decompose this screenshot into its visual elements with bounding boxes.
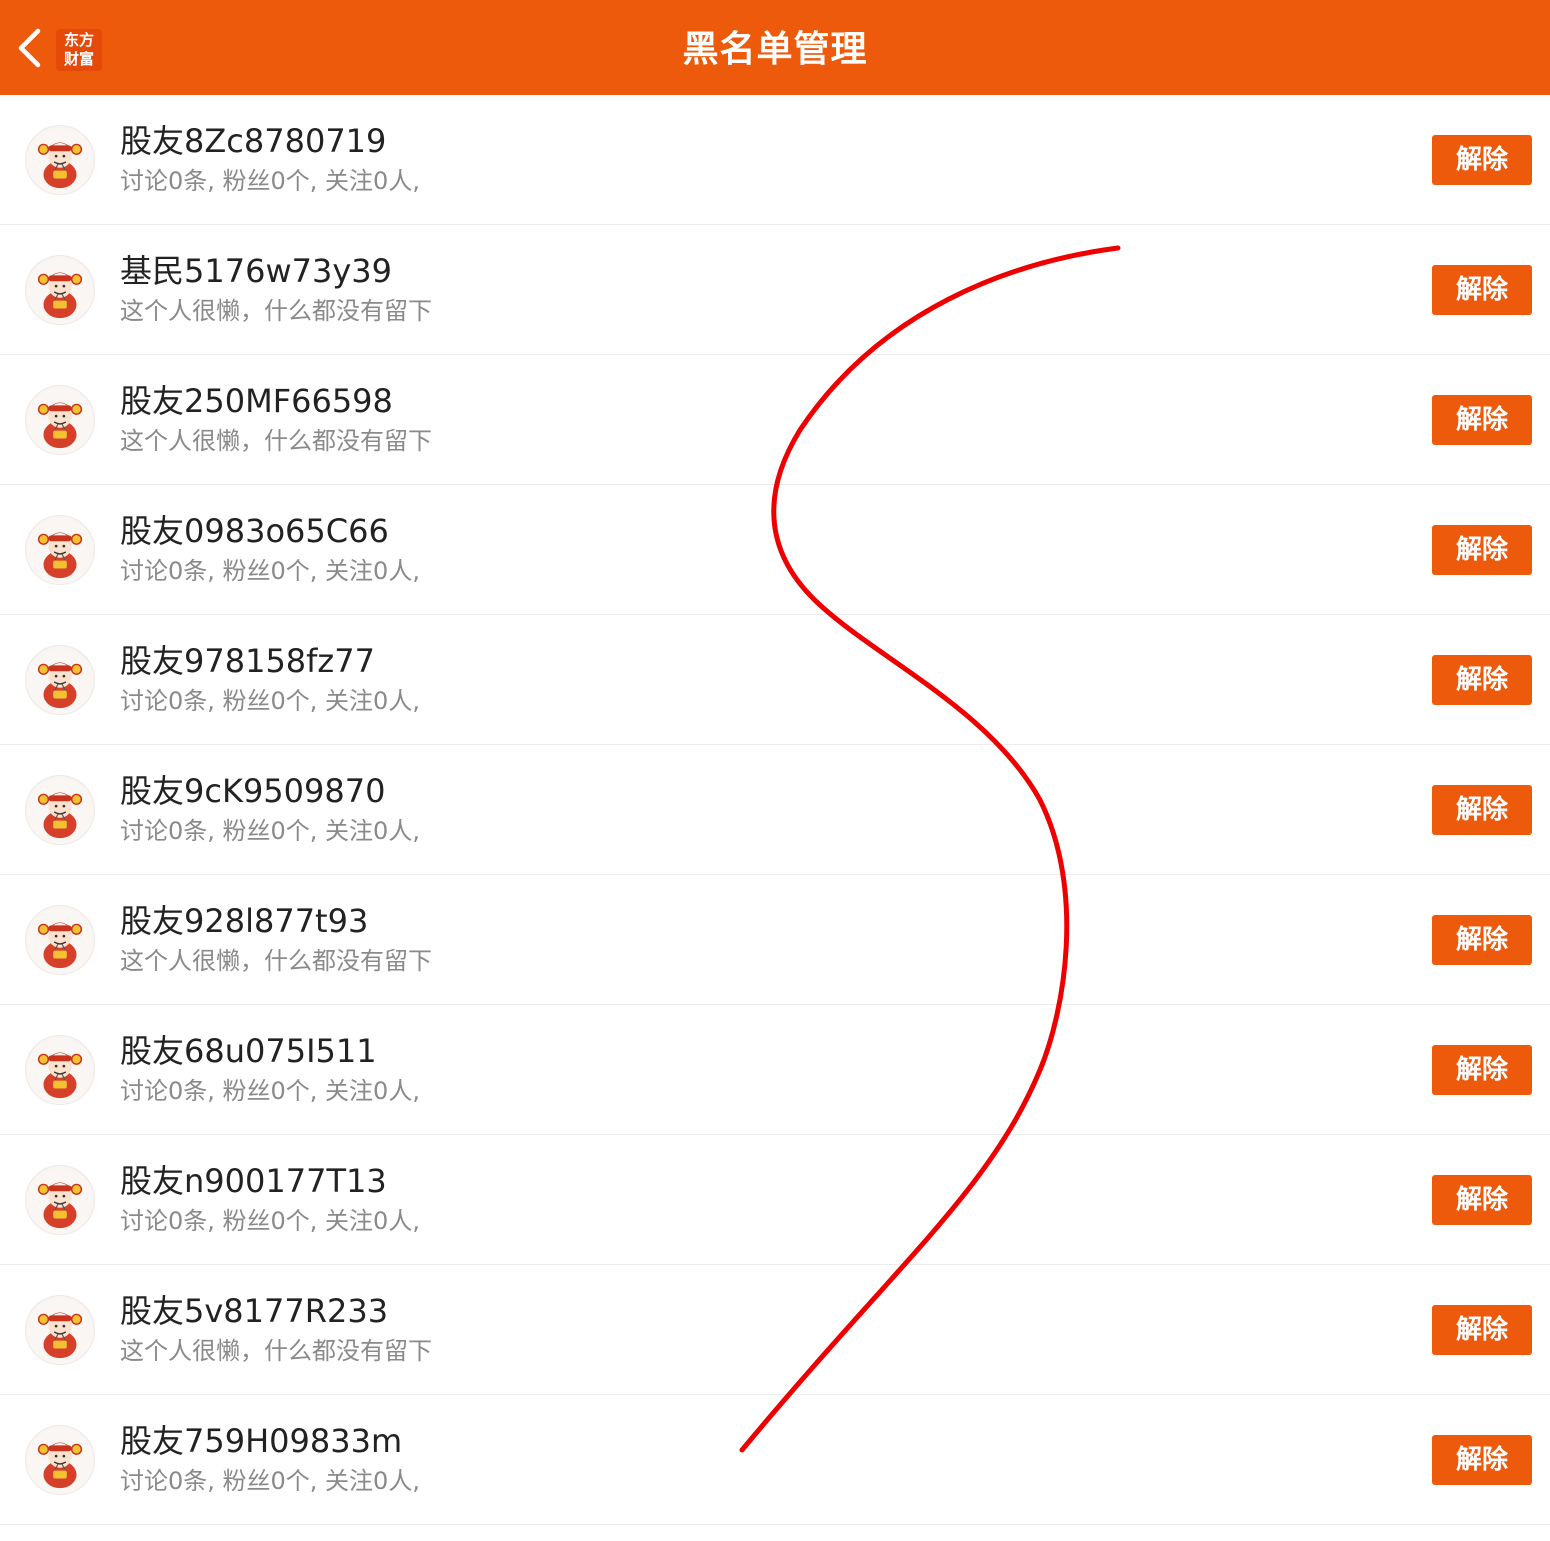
- username: 股友759H09833m: [120, 1422, 403, 1460]
- username: 股友n900177T13: [120, 1162, 387, 1200]
- avatar-icon[interactable]: [25, 775, 95, 845]
- avatar-icon[interactable]: [25, 515, 95, 585]
- unblock-button[interactable]: 解除: [1432, 1045, 1532, 1095]
- blacklist-page: 东方 财富 黑名单管理 股友8Zc8780719 讨论0条, 粉丝0个, 关注0…: [0, 0, 1550, 1541]
- list-item[interactable]: 基民5176w73y39 这个人很懒，什么都没有留下 解除: [0, 225, 1550, 355]
- avatar-icon[interactable]: [25, 645, 95, 715]
- username: 股友978158fz77: [120, 642, 375, 680]
- username: 股友8Zc8780719: [120, 122, 387, 160]
- username: 股友9cK9509870: [120, 772, 386, 810]
- unblock-button[interactable]: 解除: [1432, 1435, 1532, 1485]
- username: 股友68u075I511: [120, 1032, 377, 1070]
- avatar-icon[interactable]: [25, 1295, 95, 1365]
- user-description: 这个人很懒，什么都没有留下: [120, 947, 432, 975]
- list-item[interactable]: 股友978158fz77 讨论0条, 粉丝0个, 关注0人, 解除: [0, 615, 1550, 745]
- user-description: 讨论0条, 粉丝0个, 关注0人,: [120, 1207, 420, 1235]
- username: 股友5v8177R233: [120, 1292, 389, 1330]
- list-item[interactable]: 股友759H09833m 讨论0条, 粉丝0个, 关注0人, 解除: [0, 1395, 1550, 1525]
- user-description: 这个人很懒，什么都没有留下: [120, 1337, 432, 1365]
- unblock-button[interactable]: 解除: [1432, 785, 1532, 835]
- list-item[interactable]: 股友8Zc8780719 讨论0条, 粉丝0个, 关注0人, 解除: [0, 95, 1550, 225]
- avatar-icon[interactable]: [25, 905, 95, 975]
- username: 股友928l877t93: [120, 902, 369, 940]
- avatar-icon[interactable]: [25, 385, 95, 455]
- unblock-button[interactable]: 解除: [1432, 1175, 1532, 1225]
- avatar-icon[interactable]: [25, 1425, 95, 1495]
- unblock-button[interactable]: 解除: [1432, 525, 1532, 575]
- unblock-button[interactable]: 解除: [1432, 915, 1532, 965]
- user-description: 讨论0条, 粉丝0个, 关注0人,: [120, 167, 420, 195]
- user-description: 讨论0条, 粉丝0个, 关注0人,: [120, 687, 420, 715]
- unblock-button[interactable]: 解除: [1432, 655, 1532, 705]
- list-item[interactable]: 股友5v8177R233 这个人很懒，什么都没有留下 解除: [0, 1265, 1550, 1395]
- username: 基民5176w73y39: [120, 252, 392, 290]
- unblock-button[interactable]: 解除: [1432, 265, 1532, 315]
- page-title: 黑名单管理: [682, 29, 868, 70]
- user-description: 讨论0条, 粉丝0个, 关注0人,: [120, 817, 420, 845]
- user-description: 讨论0条, 粉丝0个, 关注0人,: [120, 557, 420, 585]
- list-item[interactable]: 股友n900177T13 讨论0条, 粉丝0个, 关注0人, 解除: [0, 1135, 1550, 1265]
- top-nav-bar: 东方 财富 黑名单管理: [0, 0, 1550, 95]
- unblock-button[interactable]: 解除: [1432, 395, 1532, 445]
- list-item[interactable]: 股友928l877t93 这个人很懒，什么都没有留下 解除: [0, 875, 1550, 1005]
- user-description: 这个人很懒，什么都没有留下: [120, 427, 432, 455]
- list-item[interactable]: 股友0983o65C66 讨论0条, 粉丝0个, 关注0人, 解除: [0, 485, 1550, 615]
- list-item[interactable]: 股友9cK9509870 讨论0条, 粉丝0个, 关注0人, 解除: [0, 745, 1550, 875]
- user-description: 讨论0条, 粉丝0个, 关注0人,: [120, 1467, 420, 1495]
- unblock-button[interactable]: 解除: [1432, 135, 1532, 185]
- avatar-icon[interactable]: [25, 1165, 95, 1235]
- list-item[interactable]: 股友250MF66598 这个人很懒，什么都没有留下 解除: [0, 355, 1550, 485]
- unblock-button[interactable]: 解除: [1432, 1305, 1532, 1355]
- avatar-icon[interactable]: [25, 125, 95, 195]
- username: 股友250MF66598: [120, 382, 393, 420]
- user-description: 讨论0条, 粉丝0个, 关注0人,: [120, 1077, 420, 1105]
- username: 股友0983o65C66: [120, 512, 389, 550]
- avatar-icon[interactable]: [25, 1035, 95, 1105]
- list-item[interactable]: 股友68u075I511 讨论0条, 粉丝0个, 关注0人, 解除: [0, 1005, 1550, 1135]
- blacklist-user-list: 股友8Zc8780719 讨论0条, 粉丝0个, 关注0人, 解除 基民5176…: [0, 95, 1550, 1525]
- user-description: 这个人很懒，什么都没有留下: [120, 297, 432, 325]
- avatar-icon[interactable]: [25, 255, 95, 325]
